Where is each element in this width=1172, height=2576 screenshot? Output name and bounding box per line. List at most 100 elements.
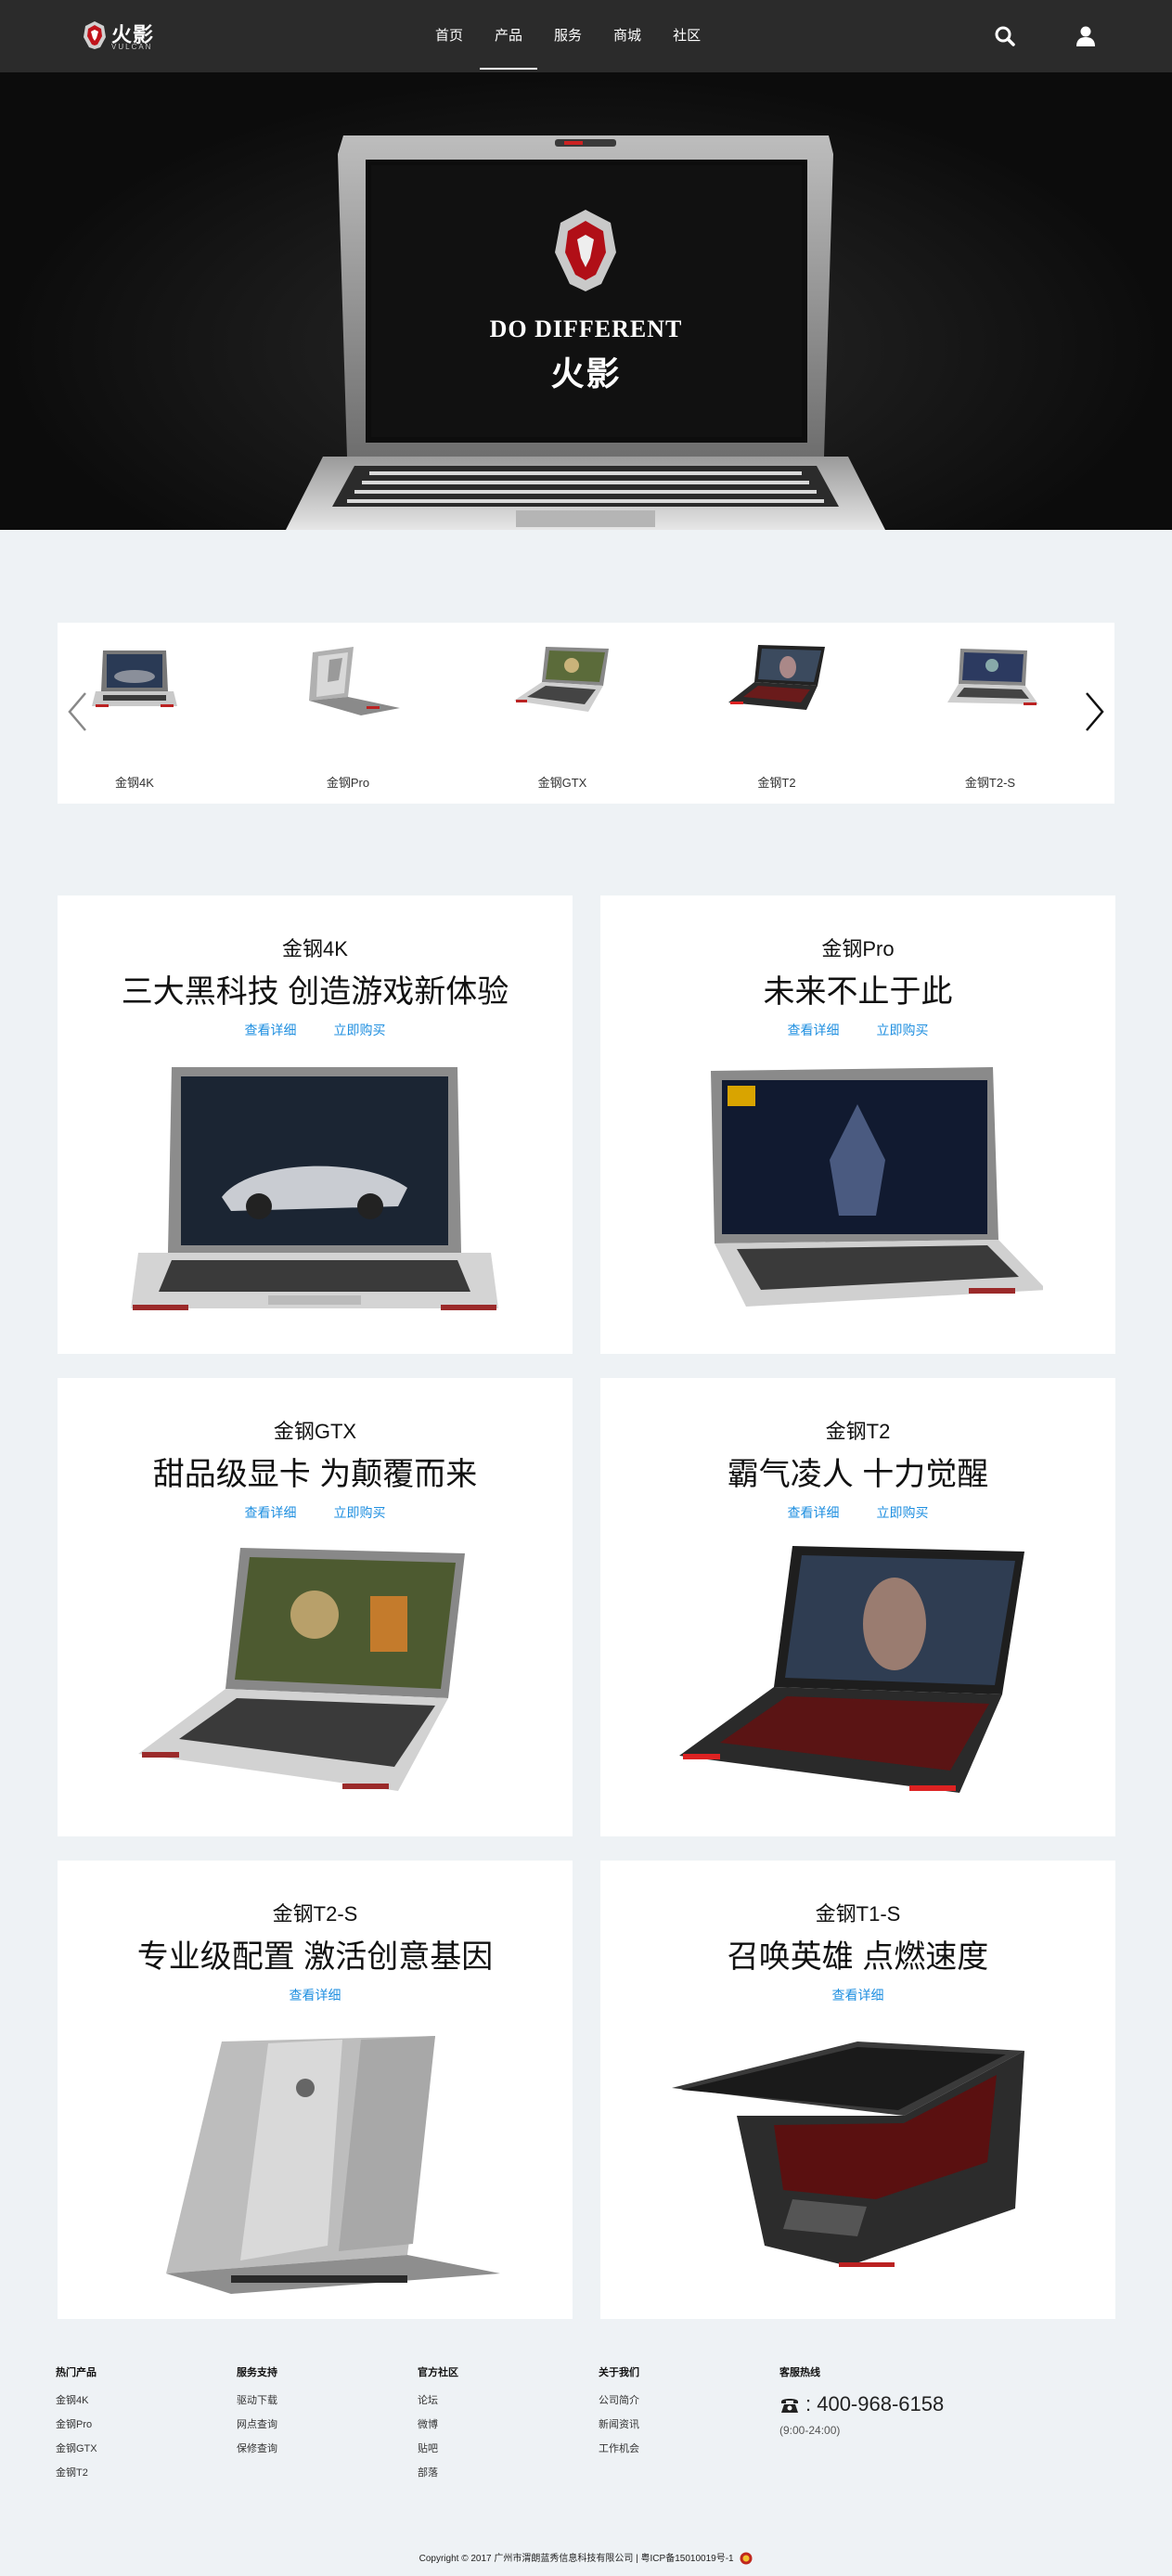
product-card-t2s: 金钢T2-S 专业级配置 激活创意基因 查看详细 [58,1861,573,2319]
product-model: 金钢4K [282,937,348,960]
laptop-t2-thumbnail [728,645,825,710]
hotline-number[interactable]: : 400-968-6158 [805,2392,944,2416]
laptop-t2-image [679,1546,1024,1793]
footer-column-title: 关于我们 [599,2367,639,2378]
carousel-label: 金钢GTX [537,776,587,790]
user-icon[interactable] [1074,24,1098,48]
product-links: 查看详细 立即购买 [58,1503,573,1522]
logo-subtext: VULCAN [111,43,153,51]
hero-brand-name: 火影 [550,354,622,393]
buy-now-link[interactable]: 立即购买 [334,1021,386,1039]
product-model: 金钢T2 [825,1420,891,1443]
product-model: 金钢GTX [273,1420,357,1443]
carousel-item-gtx[interactable]: 金钢GTX [497,643,627,790]
hero-slogan: DO DIFFERENT [489,316,683,342]
view-details-link[interactable]: 查看详细 [245,1021,297,1039]
product-tagline: 召唤英雄 点燃速度 [727,1939,989,1975]
footer-column-community: 官方社区 论坛 微博 贴吧 部落 [418,2364,458,2489]
product-card-4k: 金钢4K 三大黑科技 创造游戏新体验 查看详细 立即购买 [58,895,573,1354]
footer-link[interactable]: 微博 [418,2416,458,2431]
nav-item-home[interactable]: 首页 [420,0,478,72]
footer-link[interactable]: 新闻资讯 [599,2416,639,2431]
footer-link[interactable]: 论坛 [418,2392,458,2407]
product-card-t2: 金钢T2 霸气凌人 十力觉醒 查看详细 立即购买 [600,1378,1115,1836]
view-details-link[interactable]: 查看详细 [245,1503,297,1522]
footer-link[interactable]: 网点查询 [237,2416,277,2431]
product-model: 金钢Pro [821,937,895,960]
footer-link[interactable]: 保修查询 [237,2441,277,2455]
footer-column-title: 热门产品 [56,2367,97,2378]
buy-now-link[interactable]: 立即购买 [877,1021,929,1039]
laptop-4k-image [131,1067,498,1310]
footer-link[interactable]: 工作机会 [599,2441,639,2455]
product-links: 查看详细 [600,1986,1115,2004]
nav-item-store[interactable]: 商城 [599,0,656,72]
laptop-t2s-thumbnail [947,649,1038,705]
view-details-link[interactable]: 查看详细 [832,1986,884,2004]
footer-column-title: 官方社区 [418,2367,458,2378]
copyright-text: Copyright © 2017 广州市渭朗蓝秀信息科技有限公司 | 粤ICP备… [0,2550,1172,2565]
footer-link[interactable]: 金钢Pro [56,2416,97,2431]
footer-link[interactable]: 部落 [418,2465,458,2479]
product-links: 查看详细 立即购买 [58,1021,573,1039]
carousel-item-t2s[interactable]: 金钢T2-S [925,643,1055,790]
footer-link[interactable]: 金钢4K [56,2392,97,2407]
carousel-label: 金钢4K [115,776,154,790]
chevron-right-icon[interactable] [1085,691,1105,732]
carousel-label: 金钢Pro [326,776,370,790]
footer-column-support: 服务支持 驱动下载 网点查询 保修查询 [237,2364,277,2465]
footer-link[interactable]: 金钢T2 [56,2465,97,2479]
carousel-item-t2[interactable]: 金钢T2 [712,643,842,790]
product-card-gtx: 金钢GTX 甜品级显卡 为颠覆而来 查看详细 立即购买 [58,1378,573,1836]
footer-column-products: 热门产品 金钢4K 金钢Pro 金钢GTX 金钢T2 [56,2364,97,2489]
laptop-t2s-image [166,2036,500,2294]
product-card-t1s: 金钢T1-S 召唤英雄 点燃速度 查看详细 [600,1861,1115,2319]
view-details-link[interactable]: 查看详细 [788,1021,840,1039]
product-model: 金钢T2-S [272,1902,358,1926]
police-badge-icon[interactable] [740,2552,753,2565]
footer-column-title: 服务支持 [237,2367,277,2378]
laptop-4k-thumbnail [92,650,177,707]
footer-link[interactable]: 贴吧 [418,2441,458,2455]
laptop-gtx-image [138,1548,465,1791]
product-model: 金钢T1-S [815,1902,901,1926]
nav-item-community[interactable]: 社区 [658,0,715,72]
service-hours: (9:00-24:00) [779,2424,841,2437]
product-tagline: 霸气凌人 十力觉醒 [727,1457,989,1492]
nav-item-service[interactable]: 服务 [539,0,597,72]
carousel-label: 金钢T2-S [964,776,1016,790]
product-card-pro: 金钢Pro 未来不止于此 查看详细 立即购买 [600,895,1115,1354]
brand-logo[interactable]: 火影 VULCAN [82,19,165,54]
buy-now-link[interactable]: 立即购买 [877,1503,929,1522]
carousel-item-pro[interactable]: 金钢Pro [283,643,413,790]
footer-column-about: 关于我们 公司简介 新闻资讯 工作机会 [599,2364,639,2465]
product-tagline: 未来不止于此 [763,974,953,1010]
phone-icon [781,2399,798,2413]
product-links: 查看详细 [58,1986,573,2004]
laptop-t1s-image [672,2041,1024,2267]
laptop-pro-image [711,1067,1043,1307]
buy-now-link[interactable]: 立即购买 [334,1503,386,1522]
product-links: 查看详细 立即购买 [600,1021,1115,1039]
hero-banner[interactable]: DO DIFFERENT 火影 [0,72,1172,530]
product-tagline: 三大黑科技 创造游戏新体验 [121,974,509,1010]
vulcan-logo-icon [84,21,106,49]
carousel-item-4k[interactable]: 金钢4K [70,643,200,790]
carousel-label: 金钢T2 [757,776,796,790]
view-details-link[interactable]: 查看详细 [788,1503,840,1522]
main-menu: 首页 产品 服务 商城 社区 [420,0,717,72]
product-links: 查看详细 立即购买 [600,1503,1115,1522]
product-tagline: 专业级配置 激活创意基因 [136,1939,494,1975]
product-carousel: 金钢4K 金钢Pro 金钢GTX 金钢T2 金钢T2-S [58,623,1114,804]
view-details-link[interactable]: 查看详细 [290,1986,341,2004]
top-navbar: 火影 VULCAN 首页 产品 服务 商城 社区 [0,0,1172,72]
laptop-pro-thumbnail [309,647,400,715]
nav-item-products[interactable]: 产品 [480,0,538,72]
footer-link[interactable]: 驱动下载 [237,2392,277,2407]
site-footer: 热门产品 金钢4K 金钢Pro 金钢GTX 金钢T2 服务支持 驱动下载 网点查… [0,2320,1172,2576]
hotline-row: : 400-968-6158 [779,2392,944,2416]
footer-link[interactable]: 金钢GTX [56,2441,97,2455]
footer-link[interactable]: 公司简介 [599,2392,639,2407]
search-icon[interactable] [993,24,1017,48]
copyright-label: Copyright © 2017 广州市渭朗蓝秀信息科技有限公司 | 粤ICP备… [419,2554,734,2564]
